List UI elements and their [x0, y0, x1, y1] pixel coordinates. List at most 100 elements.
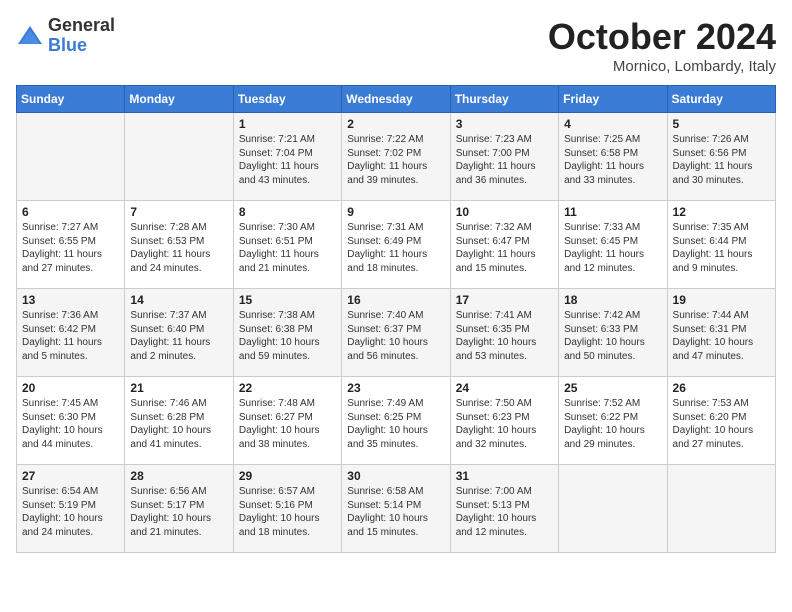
- header-wednesday: Wednesday: [342, 86, 450, 113]
- calendar-cell: [667, 465, 775, 553]
- cell-content: Sunrise: 7:41 AM Sunset: 6:35 PM Dayligh…: [456, 309, 553, 363]
- day-number: 21: [130, 381, 227, 395]
- day-number: 16: [347, 293, 444, 307]
- calendar-week-row: 13 Sunrise: 7:36 AM Sunset: 6:42 PM Dayli…: [17, 289, 776, 377]
- day-number: 11: [564, 205, 661, 219]
- calendar-cell: 22 Sunrise: 7:48 AM Sunset: 6:27 PM Dayli…: [233, 377, 341, 465]
- cell-content: Sunrise: 7:46 AM Sunset: 6:28 PM Dayligh…: [130, 397, 227, 451]
- day-number: 2: [347, 117, 444, 131]
- cell-content: Sunrise: 6:58 AM Sunset: 5:14 PM Dayligh…: [347, 485, 444, 539]
- cell-content: Sunrise: 7:44 AM Sunset: 6:31 PM Dayligh…: [673, 309, 770, 363]
- calendar-cell: 4 Sunrise: 7:25 AM Sunset: 6:58 PM Daylig…: [559, 113, 667, 201]
- calendar-cell: [17, 113, 125, 201]
- calendar-cell: 7 Sunrise: 7:28 AM Sunset: 6:53 PM Daylig…: [125, 201, 233, 289]
- cell-content: Sunrise: 7:22 AM Sunset: 7:02 PM Dayligh…: [347, 133, 444, 187]
- cell-content: Sunrise: 7:40 AM Sunset: 6:37 PM Dayligh…: [347, 309, 444, 363]
- day-number: 31: [456, 469, 553, 483]
- calendar-cell: 14Sunrise: 7:37 AM Sunset: 6:40 PM Dayli…: [125, 289, 233, 377]
- cell-content: Sunrise: 7:36 AM Sunset: 6:42 PM Dayligh…: [22, 309, 119, 363]
- logo-blue: Blue: [48, 36, 115, 56]
- calendar-cell: 3 Sunrise: 7:23 AM Sunset: 7:00 PM Daylig…: [450, 113, 558, 201]
- calendar-cell: 1Sunrise: 7:21 AM Sunset: 7:04 PM Daylig…: [233, 113, 341, 201]
- cell-content: Sunrise: 7:50 AM Sunset: 6:23 PM Dayligh…: [456, 397, 553, 451]
- day-number: 3: [456, 117, 553, 131]
- cell-content: Sunrise: 7:38 AM Sunset: 6:38 PM Dayligh…: [239, 309, 336, 363]
- calendar-cell: 8 Sunrise: 7:30 AM Sunset: 6:51 PM Daylig…: [233, 201, 341, 289]
- cell-content: Sunrise: 7:42 AM Sunset: 6:33 PM Dayligh…: [564, 309, 661, 363]
- day-number: 18: [564, 293, 661, 307]
- cell-content: Sunrise: 7:52 AM Sunset: 6:22 PM Dayligh…: [564, 397, 661, 451]
- calendar-cell: 2 Sunrise: 7:22 AM Sunset: 7:02 PM Daylig…: [342, 113, 450, 201]
- calendar-cell: 5Sunrise: 7:26 AM Sunset: 6:56 PM Daylig…: [667, 113, 775, 201]
- day-number: 14: [130, 293, 227, 307]
- day-number: 27: [22, 469, 119, 483]
- title-block: October 2024 Mornico, Lombardy, Italy: [548, 16, 776, 75]
- calendar-cell: 17Sunrise: 7:41 AM Sunset: 6:35 PM Dayli…: [450, 289, 558, 377]
- calendar-cell: [125, 113, 233, 201]
- day-number: 9: [347, 205, 444, 219]
- cell-content: Sunrise: 7:21 AM Sunset: 7:04 PM Dayligh…: [239, 133, 336, 187]
- logo: General Blue: [16, 16, 115, 56]
- calendar-week-row: 27 Sunrise: 6:54 AM Sunset: 5:19 PM Dayli…: [17, 465, 776, 553]
- calendar-cell: 29Sunrise: 6:57 AM Sunset: 5:16 PM Dayli…: [233, 465, 341, 553]
- header-sunday: Sunday: [17, 86, 125, 113]
- location: Mornico, Lombardy, Italy: [548, 58, 776, 75]
- header-monday: Monday: [125, 86, 233, 113]
- header-saturday: Saturday: [667, 86, 775, 113]
- cell-content: Sunrise: 6:54 AM Sunset: 5:19 PM Dayligh…: [22, 485, 119, 539]
- logo-general: General: [48, 16, 115, 36]
- day-number: 6: [22, 205, 119, 219]
- cell-content: Sunrise: 7:27 AM Sunset: 6:55 PM Dayligh…: [22, 221, 119, 275]
- calendar-cell: 23 Sunrise: 7:49 AM Sunset: 6:25 PM Dayli…: [342, 377, 450, 465]
- day-number: 15: [239, 293, 336, 307]
- day-number: 5: [673, 117, 770, 131]
- cell-content: Sunrise: 7:23 AM Sunset: 7:00 PM Dayligh…: [456, 133, 553, 187]
- calendar-cell: 20Sunrise: 7:45 AM Sunset: 6:30 PM Dayli…: [17, 377, 125, 465]
- day-number: 22: [239, 381, 336, 395]
- calendar-cell: 18 Sunrise: 7:42 AM Sunset: 6:33 PM Dayli…: [559, 289, 667, 377]
- cell-content: Sunrise: 6:57 AM Sunset: 5:16 PM Dayligh…: [239, 485, 336, 539]
- calendar-cell: 31 Sunrise: 7:00 AM Sunset: 5:13 PM Dayli…: [450, 465, 558, 553]
- cell-content: Sunrise: 7:48 AM Sunset: 6:27 PM Dayligh…: [239, 397, 336, 451]
- cell-content: Sunrise: 7:28 AM Sunset: 6:53 PM Dayligh…: [130, 221, 227, 275]
- cell-content: Sunrise: 6:56 AM Sunset: 5:17 PM Dayligh…: [130, 485, 227, 539]
- month-title: October 2024: [548, 16, 776, 58]
- logo-text: General Blue: [48, 16, 115, 56]
- calendar-table: SundayMondayTuesdayWednesdayThursdayFrid…: [16, 85, 776, 553]
- day-number: 7: [130, 205, 227, 219]
- calendar-cell: 15 Sunrise: 7:38 AM Sunset: 6:38 PM Dayli…: [233, 289, 341, 377]
- day-number: 13: [22, 293, 119, 307]
- calendar-cell: 13 Sunrise: 7:36 AM Sunset: 6:42 PM Dayli…: [17, 289, 125, 377]
- calendar-cell: [559, 465, 667, 553]
- calendar-cell: 27 Sunrise: 6:54 AM Sunset: 5:19 PM Dayli…: [17, 465, 125, 553]
- header-friday: Friday: [559, 86, 667, 113]
- cell-content: Sunrise: 7:00 AM Sunset: 5:13 PM Dayligh…: [456, 485, 553, 539]
- calendar-cell: 9 Sunrise: 7:31 AM Sunset: 6:49 PM Daylig…: [342, 201, 450, 289]
- calendar-week-row: 20Sunrise: 7:45 AM Sunset: 6:30 PM Dayli…: [17, 377, 776, 465]
- cell-content: Sunrise: 7:32 AM Sunset: 6:47 PM Dayligh…: [456, 221, 553, 275]
- cell-content: Sunrise: 7:35 AM Sunset: 6:44 PM Dayligh…: [673, 221, 770, 275]
- day-number: 26: [673, 381, 770, 395]
- cell-content: Sunrise: 7:49 AM Sunset: 6:25 PM Dayligh…: [347, 397, 444, 451]
- day-number: 23: [347, 381, 444, 395]
- calendar-cell: 12 Sunrise: 7:35 AM Sunset: 6:44 PM Dayli…: [667, 201, 775, 289]
- day-number: 4: [564, 117, 661, 131]
- calendar-cell: 16 Sunrise: 7:40 AM Sunset: 6:37 PM Dayli…: [342, 289, 450, 377]
- cell-content: Sunrise: 7:25 AM Sunset: 6:58 PM Dayligh…: [564, 133, 661, 187]
- calendar-week-row: 6 Sunrise: 7:27 AM Sunset: 6:55 PM Daylig…: [17, 201, 776, 289]
- day-number: 28: [130, 469, 227, 483]
- calendar-cell: 11Sunrise: 7:33 AM Sunset: 6:45 PM Dayli…: [559, 201, 667, 289]
- calendar-cell: 30Sunrise: 6:58 AM Sunset: 5:14 PM Dayli…: [342, 465, 450, 553]
- calendar-cell: 10Sunrise: 7:32 AM Sunset: 6:47 PM Dayli…: [450, 201, 558, 289]
- calendar-cell: 24Sunrise: 7:50 AM Sunset: 6:23 PM Dayli…: [450, 377, 558, 465]
- calendar-cell: 26Sunrise: 7:53 AM Sunset: 6:20 PM Dayli…: [667, 377, 775, 465]
- day-number: 25: [564, 381, 661, 395]
- cell-content: Sunrise: 7:45 AM Sunset: 6:30 PM Dayligh…: [22, 397, 119, 451]
- cell-content: Sunrise: 7:30 AM Sunset: 6:51 PM Dayligh…: [239, 221, 336, 275]
- day-number: 12: [673, 205, 770, 219]
- calendar-header-row: SundayMondayTuesdayWednesdayThursdayFrid…: [17, 86, 776, 113]
- calendar-cell: 19Sunrise: 7:44 AM Sunset: 6:31 PM Dayli…: [667, 289, 775, 377]
- cell-content: Sunrise: 7:31 AM Sunset: 6:49 PM Dayligh…: [347, 221, 444, 275]
- day-number: 8: [239, 205, 336, 219]
- header-thursday: Thursday: [450, 86, 558, 113]
